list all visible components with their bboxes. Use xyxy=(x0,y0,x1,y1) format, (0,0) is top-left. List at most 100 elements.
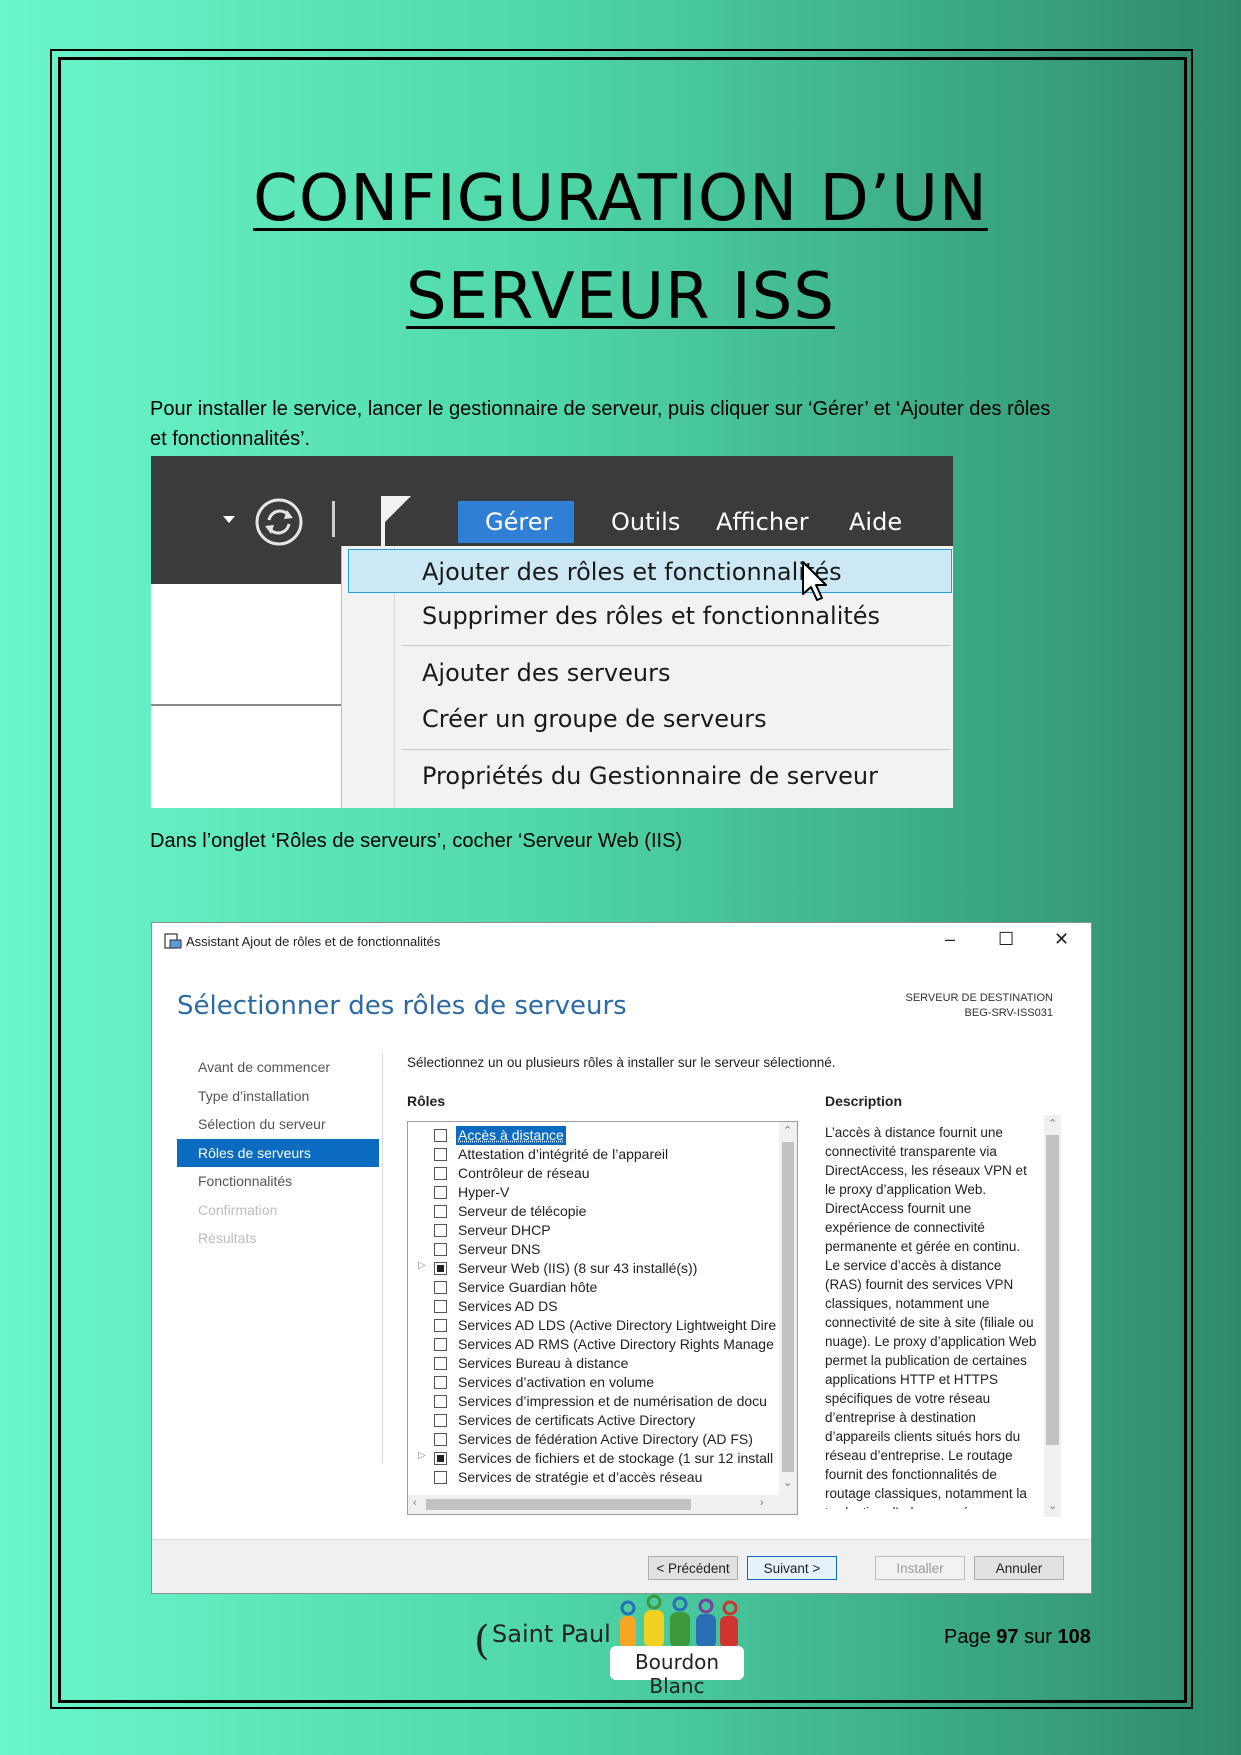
cancel-button[interactable]: Annuler xyxy=(974,1556,1064,1580)
role-label: Attestation d’intégrité de l’appareil xyxy=(458,1146,669,1162)
scroll-left-icon[interactable]: ‹ xyxy=(413,1497,417,1509)
role-row[interactable]: Services de fédération Active Directory … xyxy=(408,1430,778,1449)
role-label: Accès à distance xyxy=(456,1126,566,1145)
role-row[interactable]: Services d’activation en volume xyxy=(408,1373,778,1392)
role-checkbox[interactable] xyxy=(434,1395,447,1408)
page-total: 108 xyxy=(1057,1626,1091,1648)
role-checkbox[interactable] xyxy=(434,1452,447,1465)
add-roles-wizard-window: Assistant Ajout de rôles et de fonctionn… xyxy=(151,922,1092,1594)
role-row[interactable]: Services AD DS xyxy=(408,1297,778,1316)
menu-item-add-servers[interactable]: Ajouter des serveurs xyxy=(422,659,670,687)
role-label: Services de fédération Active Directory … xyxy=(458,1431,753,1447)
install-button[interactable]: Installer xyxy=(875,1556,965,1580)
role-checkbox[interactable] xyxy=(434,1186,447,1199)
wizard-step-item: Confirmation xyxy=(198,1201,278,1218)
roles-list[interactable]: Accès à distance Attestation d’intégrité … xyxy=(407,1121,798,1515)
next-button[interactable]: Suivant > xyxy=(747,1556,837,1580)
role-row[interactable]: Serveur DHCP xyxy=(408,1221,778,1240)
role-row[interactable]: Service Guardian hôte xyxy=(408,1278,778,1297)
menu-afficher[interactable]: Afficher xyxy=(716,508,809,536)
previous-button[interactable]: < Précédent xyxy=(648,1556,738,1580)
wizard-button-bar: < Précédent Suivant > Installer Annuler xyxy=(152,1539,1091,1593)
wizard-heading: Sélectionner des rôles de serveurs xyxy=(177,991,627,1021)
page-number: Page 97 sur 108 xyxy=(944,1626,1091,1649)
description-scrollbar[interactable]: ⌃ ⌄ xyxy=(1044,1115,1061,1517)
role-checkbox[interactable] xyxy=(434,1167,447,1180)
wizard-step-item[interactable]: Type d’installation xyxy=(177,1082,379,1111)
role-checkbox[interactable] xyxy=(434,1243,447,1256)
roles-vertical-scrollbar[interactable]: ⌃ ⌄ xyxy=(779,1122,797,1495)
role-row[interactable]: Services de stratégie et d’accès réseau xyxy=(408,1468,778,1487)
window-title: Assistant Ajout de rôles et de fonctionn… xyxy=(186,934,441,949)
role-row[interactable]: Serveur DNS xyxy=(408,1240,778,1259)
scroll-down-icon[interactable]: ⌄ xyxy=(1048,1499,1057,1512)
scroll-thumb[interactable] xyxy=(782,1142,794,1472)
scroll-thumb[interactable] xyxy=(426,1499,691,1510)
role-row[interactable]: Services de certificats Active Directory xyxy=(408,1411,778,1430)
role-checkbox[interactable] xyxy=(434,1148,447,1161)
close-button[interactable]: ✕ xyxy=(1054,929,1069,950)
wizard-step-item[interactable]: Fonctionnalités xyxy=(177,1167,379,1196)
wizard-step-item[interactable]: Sélection du serveur xyxy=(177,1110,379,1139)
roles-column-header: Rôles xyxy=(407,1093,446,1109)
menu-item-properties[interactable]: Propriétés du Gestionnaire de serveur xyxy=(422,762,878,790)
role-row[interactable]: Accès à distance xyxy=(408,1126,778,1145)
role-checkbox[interactable] xyxy=(434,1357,447,1370)
refresh-icon[interactable] xyxy=(253,496,305,548)
roles-horizontal-scrollbar[interactable]: ‹ › xyxy=(408,1495,797,1514)
role-row[interactable]: Serveur de télécopie xyxy=(408,1202,778,1221)
role-row[interactable]: Services Bureau à distance xyxy=(408,1354,778,1373)
role-row[interactable]: ▷ Services de fichiers et de stockage (1 … xyxy=(408,1449,778,1468)
role-row[interactable]: ▷ Serveur Web (IIS) (8 sur 43 installé(s)… xyxy=(408,1259,778,1278)
scroll-down-icon[interactable]: ⌄ xyxy=(783,1476,792,1489)
role-row[interactable]: Services AD RMS (Active Directory Rights… xyxy=(408,1335,778,1354)
destination-server-name: BEG-SRV-ISS031 xyxy=(964,1007,1053,1019)
role-checkbox[interactable] xyxy=(434,1262,447,1275)
logo-text-saint-paul: Saint Paul xyxy=(492,1620,611,1648)
role-checkbox[interactable] xyxy=(434,1319,447,1332)
menu-item-create-group[interactable]: Créer un groupe de serveurs xyxy=(422,705,767,733)
role-label: Services de stratégie et d’accès réseau xyxy=(458,1469,703,1485)
role-checkbox[interactable] xyxy=(434,1281,447,1294)
scroll-thumb[interactable] xyxy=(1046,1135,1059,1445)
menu-aide[interactable]: Aide xyxy=(849,508,902,536)
role-row[interactable]: Services AD LDS (Active Directory Lightw… xyxy=(408,1316,778,1335)
role-row[interactable]: Hyper-V xyxy=(408,1183,778,1202)
flag-icon[interactable] xyxy=(377,492,417,552)
logo-text-bourdon-blanc: Bourdon Blanc xyxy=(634,1650,720,1698)
role-checkbox[interactable] xyxy=(434,1129,447,1142)
role-label: Services de fichiers et de stockage (1 s… xyxy=(458,1450,774,1466)
maximize-button[interactable]: ☐ xyxy=(998,929,1014,950)
chevron-down-icon[interactable] xyxy=(221,514,237,524)
menu-item-remove-roles[interactable]: Supprimer des rôles et fonctionnalités xyxy=(422,602,880,630)
role-checkbox[interactable] xyxy=(434,1376,447,1389)
minimize-button[interactable]: – xyxy=(945,929,955,950)
scroll-up-icon[interactable]: ⌃ xyxy=(783,1124,792,1137)
server-app-icon xyxy=(164,933,182,949)
role-checkbox[interactable] xyxy=(434,1433,447,1446)
role-checkbox[interactable] xyxy=(434,1224,447,1237)
wizard-step-item[interactable]: Avant de commencer xyxy=(177,1053,379,1082)
menu-separator xyxy=(402,749,950,750)
role-label: Serveur DHCP xyxy=(458,1222,551,1238)
role-checkbox[interactable] xyxy=(434,1300,447,1313)
expand-arrow-icon[interactable]: ▷ xyxy=(418,1260,426,1271)
menu-item-add-roles[interactable]: Ajouter des rôles et fonctionnalités xyxy=(422,558,842,586)
menu-outils[interactable]: Outils xyxy=(611,508,680,536)
menu-gerer[interactable]: Gérer xyxy=(485,508,552,536)
role-row[interactable]: Attestation d’intégrité de l’appareil xyxy=(408,1145,778,1164)
expand-arrow-icon[interactable]: ▷ xyxy=(418,1450,426,1461)
role-row[interactable]: Contrôleur de réseau xyxy=(408,1164,778,1183)
role-checkbox[interactable] xyxy=(434,1471,447,1484)
logo-bracket: ( xyxy=(474,1618,490,1664)
toolbar-divider xyxy=(332,501,335,537)
scroll-right-icon[interactable]: › xyxy=(760,1497,764,1509)
scroll-up-icon[interactable]: ⌃ xyxy=(1048,1117,1057,1130)
role-row[interactable]: Services d’impression et de numérisation… xyxy=(408,1392,778,1411)
role-checkbox[interactable] xyxy=(434,1338,447,1351)
role-checkbox[interactable] xyxy=(434,1414,447,1427)
role-label: Serveur DNS xyxy=(458,1241,541,1257)
role-checkbox[interactable] xyxy=(434,1205,447,1218)
role-label: Service Guardian hôte xyxy=(458,1279,598,1295)
wizard-step-item[interactable]: Rôles de serveurs xyxy=(177,1138,379,1167)
